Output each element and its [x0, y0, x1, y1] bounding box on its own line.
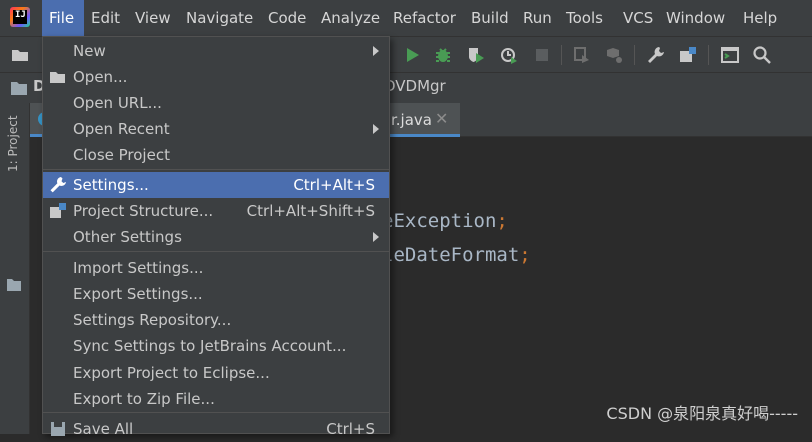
save-all-icon — [51, 422, 65, 436]
submenu-arrow-icon — [373, 232, 379, 242]
menu-item-other-settings[interactable]: Other Settings — [43, 224, 389, 250]
save-all-shortcut: Ctrl+S — [326, 420, 375, 438]
profile-icon[interactable] — [499, 45, 519, 65]
csdn-watermark: CSDN @泉阳泉真好喝----- — [606, 404, 798, 423]
menu-item-export-eclipse[interactable]: Export Project to Eclipse... — [43, 360, 389, 386]
menu-item-open-recent[interactable]: Open Recent — [43, 116, 389, 142]
wrench-icon — [50, 177, 66, 193]
settings-shortcut: Ctrl+Alt+S — [293, 176, 375, 194]
menu-item-open-url[interactable]: Open URL... — [43, 90, 389, 116]
menu-item-close-project[interactable]: Close Project — [43, 142, 389, 168]
debug-icon[interactable] — [433, 45, 453, 65]
code-line-2: leDateFormat; — [382, 244, 531, 266]
menu-build[interactable]: Build — [471, 0, 509, 36]
project-structure-shortcut: Ctrl+Alt+Shift+S — [246, 202, 375, 220]
menu-bar: IJ File Edit View Navigate Code Analyze … — [0, 0, 812, 36]
menu-item-project-structure[interactable]: Project Structure... Ctrl+Alt+Shift+S — [43, 198, 389, 224]
menu-help[interactable]: Help — [743, 0, 777, 36]
search-icon[interactable] — [752, 45, 772, 65]
menu-tools[interactable]: Tools — [566, 0, 603, 36]
menu-run[interactable]: Run — [523, 0, 552, 36]
menu-item-export-zip[interactable]: Export to Zip File... — [43, 386, 389, 412]
menu-file[interactable]: File — [42, 0, 84, 36]
menu-analyze[interactable]: Analyze — [321, 0, 380, 36]
open-folder-icon[interactable] — [10, 45, 30, 65]
menu-vcs[interactable]: VCS — [623, 0, 653, 36]
project-tool-icon — [7, 279, 21, 291]
project-structure-icon[interactable] — [678, 45, 698, 65]
file-menu-dropdown: New Open... Open URL... Open Recent Clos… — [42, 36, 390, 438]
run-icon[interactable] — [402, 45, 422, 65]
close-tab-icon[interactable]: ✕ — [435, 109, 448, 128]
menu-window[interactable]: Window — [666, 0, 725, 36]
editor-tab-label: r.java — [391, 111, 432, 129]
menu-view[interactable]: View — [135, 0, 171, 36]
attach-debugger-icon[interactable] — [572, 45, 592, 65]
menu-item-new[interactable]: New — [43, 38, 389, 64]
menu-item-save-all[interactable]: Save All Ctrl+S — [43, 416, 389, 442]
menu-item-import-settings[interactable]: Import Settings... — [43, 255, 389, 281]
menu-refactor[interactable]: Refactor — [393, 0, 456, 36]
project-tool-tab[interactable]: 1: Project — [6, 115, 20, 172]
project-structure-icon — [50, 203, 66, 218]
intellij-logo-icon: IJ — [10, 7, 30, 27]
menu-item-settings[interactable]: Settings... Ctrl+Alt+S — [43, 172, 389, 198]
menu-navigate[interactable]: Navigate — [186, 0, 253, 36]
submenu-arrow-icon — [373, 124, 379, 134]
open-folder-icon — [50, 72, 65, 83]
menu-item-open[interactable]: Open... — [43, 64, 389, 90]
stop-icon[interactable] — [532, 45, 552, 65]
breadcrumb-class[interactable]: DVDMgr — [384, 77, 446, 95]
code-line-1: eException; — [382, 210, 508, 232]
terminal-window-icon[interactable] — [720, 45, 740, 65]
submenu-arrow-icon — [373, 46, 379, 56]
menu-item-settings-repository[interactable]: Settings Repository... — [43, 307, 389, 333]
wrench-settings-icon[interactable] — [646, 45, 666, 65]
run-with-coverage-icon[interactable] — [466, 45, 486, 65]
build-project-icon[interactable] — [604, 45, 624, 65]
menu-item-sync-settings[interactable]: Sync Settings to JetBrains Account... — [43, 333, 389, 359]
menu-item-export-settings[interactable]: Export Settings... — [43, 281, 389, 307]
menu-code[interactable]: Code — [268, 0, 306, 36]
project-folder-icon — [11, 82, 27, 95]
menu-edit[interactable]: Edit — [91, 0, 120, 36]
